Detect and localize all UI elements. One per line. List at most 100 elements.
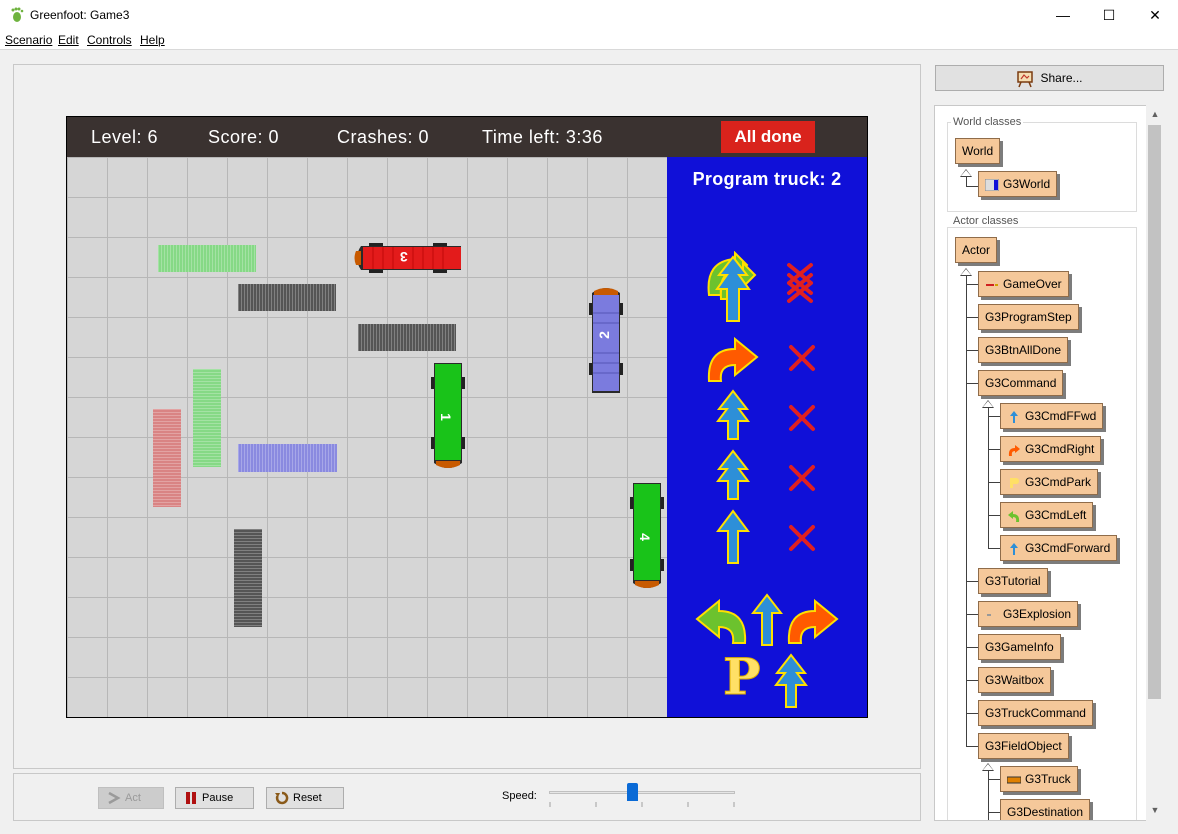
class-gameover[interactable]: GameOver: [978, 271, 1069, 297]
inheritance-arrow: [960, 268, 972, 276]
forward-command-icon[interactable]: [751, 593, 783, 647]
cmdforward-thumbnail-icon: [1010, 542, 1018, 555]
pause-label: Pause: [202, 792, 234, 804]
act-button[interactable]: Act: [98, 787, 164, 809]
explosion-thumbnail-icon: [987, 613, 991, 616]
g3world-thumbnail-icon: [985, 178, 999, 191]
inheritance-arrow: [982, 400, 994, 408]
cmdleft-thumbnail-icon: [1008, 510, 1020, 522]
forward-icon[interactable]: [715, 509, 751, 565]
class-browser: World classes World G3World Actor classe…: [934, 105, 1164, 821]
class-g3cmdforward[interactable]: G3CmdForward: [1000, 535, 1118, 561]
blue-parking-spot: [238, 444, 337, 472]
speed-slider-track[interactable]: [549, 791, 735, 794]
delete-step-icon[interactable]: [787, 403, 817, 433]
scroll-up-arrow-icon[interactable]: ▲: [1149, 109, 1161, 121]
share-label: Share...: [1040, 71, 1083, 85]
program-truck-title: Program truck: 2: [692, 169, 842, 189]
share-easel-icon: [1017, 71, 1034, 88]
class-browser-scrollbar[interactable]: ▲ ▼: [1146, 105, 1164, 821]
class-actor[interactable]: Actor: [955, 237, 998, 263]
class-g3cmdright[interactable]: G3CmdRight: [1000, 436, 1102, 462]
forward-twice-icon[interactable]: [715, 389, 751, 441]
class-g3programstep[interactable]: G3ProgramStep: [978, 304, 1079, 330]
fast-forward-command-icon[interactable]: [773, 653, 809, 709]
inheritance-arrow: [960, 169, 972, 177]
class-g3command[interactable]: G3Command: [978, 370, 1064, 396]
turn-right-icon[interactable]: [705, 337, 761, 383]
turn-right-command-icon[interactable]: [785, 597, 839, 645]
class-g3cmdleft[interactable]: G3CmdLeft: [1000, 502, 1094, 528]
game-world[interactable]: Level: 6 Score: 0 Crashes: 0 Time left: …: [66, 116, 868, 718]
turn-left-command-icon[interactable]: [695, 597, 749, 645]
inheritance-arrow: [982, 763, 994, 771]
gameover-thumbnail-icon: [986, 283, 998, 286]
green-parking-spot: [158, 245, 256, 272]
class-g3cmdpark[interactable]: G3CmdPark: [1000, 469, 1099, 495]
truck-2[interactable]: 2: [589, 283, 623, 393]
fast-forward-icon[interactable]: [703, 251, 763, 323]
speed-slider-ticks: [549, 802, 735, 807]
park-command-icon[interactable]: P: [723, 647, 763, 707]
parking-grid[interactable]: 3 2 1 4: [67, 157, 667, 717]
green-parking-spot: [193, 369, 221, 467]
scroll-down-arrow-icon[interactable]: ▼: [1149, 805, 1161, 817]
actor-classes-label: Actor classes: [951, 215, 1021, 227]
speed-label: Speed:: [502, 790, 537, 802]
gray-obstacle: [234, 529, 262, 627]
pause-icon: [186, 792, 196, 804]
menu-edit[interactable]: Edit: [58, 33, 79, 47]
reset-icon: [275, 791, 289, 805]
truck-2-number: 2: [595, 331, 612, 339]
menu-scenario[interactable]: Scenario: [5, 33, 52, 47]
class-g3fieldobject[interactable]: G3FieldObject: [978, 733, 1069, 759]
class-g3tutorial[interactable]: G3Tutorial: [978, 568, 1048, 594]
class-g3truck[interactable]: G3Truck: [1000, 766, 1078, 792]
cmdpark-thumbnail-icon: [1010, 477, 1019, 488]
share-button[interactable]: Share...: [935, 65, 1164, 91]
truck-4[interactable]: 4: [630, 481, 664, 593]
minimize-button[interactable]: —: [1040, 0, 1086, 30]
class-g3gameinfo[interactable]: G3GameInfo: [978, 634, 1061, 660]
greenfoot-footprint-icon: [11, 7, 24, 22]
cmdffwd-thumbnail-icon: [1010, 410, 1018, 423]
forward-twice-icon[interactable]: [715, 449, 751, 501]
delete-step-icon[interactable]: [787, 343, 817, 373]
class-g3destination[interactable]: G3Destination: [1000, 799, 1091, 820]
class-g3explosion[interactable]: G3Explosion: [978, 601, 1079, 627]
level-text: Level: 6: [91, 127, 159, 147]
reset-button[interactable]: Reset: [266, 787, 344, 809]
crashes-text: Crashes: 0: [337, 127, 430, 147]
truck-thumbnail-icon: [1007, 776, 1021, 784]
delete-step-icon[interactable]: [787, 523, 817, 553]
truck-4-number: 4: [636, 533, 653, 541]
class-g3cmdffwd[interactable]: G3CmdFFwd: [1000, 403, 1104, 429]
truck-1-number: 1: [437, 413, 454, 421]
menu-controls[interactable]: Controls: [87, 33, 132, 47]
delete-step-icon[interactable]: [785, 261, 817, 307]
time-left-text: Time left: 3:36: [482, 127, 603, 147]
class-world[interactable]: World: [955, 138, 1001, 164]
act-label: Act: [125, 792, 141, 804]
truck-3[interactable]: 3: [353, 241, 463, 275]
all-done-button[interactable]: All done: [721, 121, 815, 153]
program-panel: Program truck: 2 P: [667, 157, 867, 717]
gray-obstacle: [238, 284, 336, 311]
maximize-button[interactable]: ☐: [1086, 0, 1132, 30]
delete-step-icon[interactable]: [787, 463, 817, 493]
truck-1[interactable]: 1: [431, 361, 465, 473]
pause-button[interactable]: Pause: [175, 787, 254, 809]
menu-help[interactable]: Help: [140, 33, 165, 47]
close-button[interactable]: ✕: [1132, 0, 1178, 30]
act-step-icon: [108, 791, 121, 805]
class-g3waitbox[interactable]: G3Waitbox: [978, 667, 1051, 693]
title-bar: Greenfoot: Game3 — ☐ ✕: [0, 0, 1178, 30]
class-g3world[interactable]: G3World: [978, 171, 1058, 197]
world-classes-group: [947, 122, 1137, 212]
speed-slider-thumb[interactable]: [627, 783, 639, 801]
gray-obstacle: [358, 324, 456, 351]
score-text: Score: 0: [208, 127, 280, 147]
scrollbar-thumb[interactable]: [1148, 125, 1161, 699]
class-g3btnalldone[interactable]: G3BtnAllDone: [978, 337, 1069, 363]
class-g3truckcommand[interactable]: G3TruckCommand: [978, 700, 1093, 726]
